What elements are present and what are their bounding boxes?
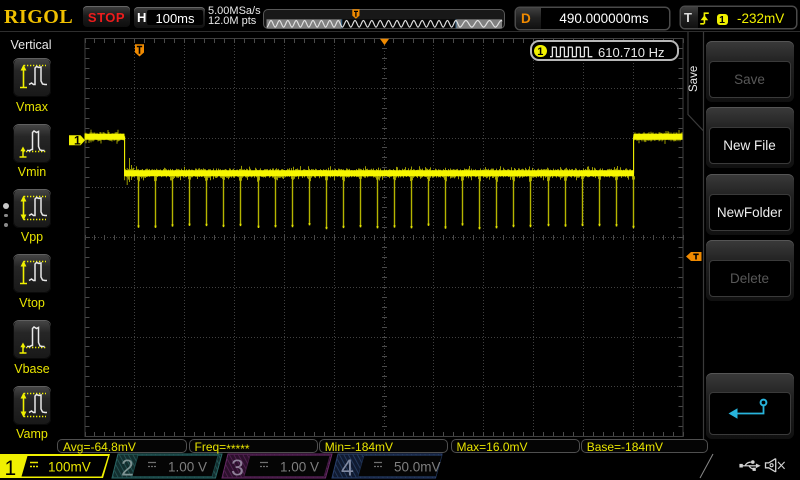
svg-text:3: 3	[231, 455, 244, 480]
svg-text:1.00 V: 1.00 V	[280, 460, 319, 475]
svg-text:1: 1	[5, 457, 17, 480]
svg-text:4: 4	[341, 455, 354, 480]
svg-text:50.0mV: 50.0mV	[394, 460, 441, 475]
svg-text:1.00 V: 1.00 V	[168, 460, 207, 475]
svg-text:2: 2	[121, 455, 134, 480]
svg-text:100mV: 100mV	[48, 460, 91, 475]
